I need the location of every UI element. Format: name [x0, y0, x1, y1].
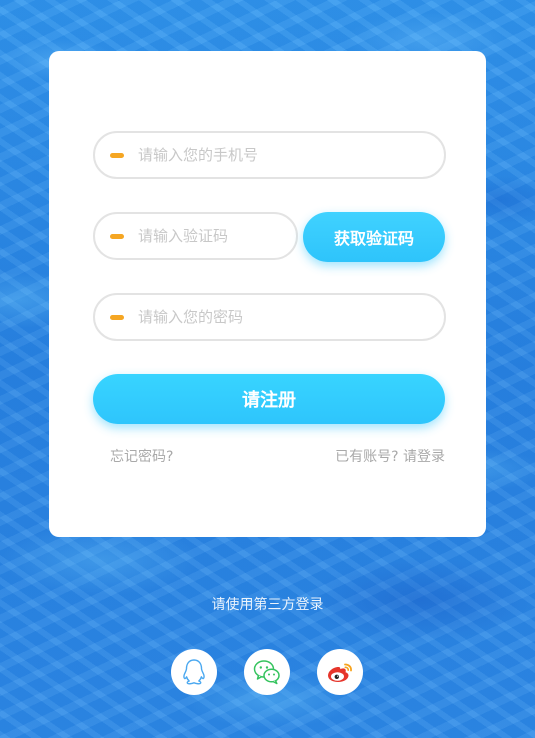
code-marker-icon	[110, 233, 124, 239]
weibo-icon	[328, 663, 352, 682]
phone-input[interactable]	[138, 146, 444, 164]
get-code-button[interactable]: 获取验证码	[303, 212, 445, 262]
qq-icon	[183, 659, 205, 685]
register-button[interactable]: 请注册	[93, 374, 445, 424]
forgot-password-link[interactable]: 忘记密码?	[110, 446, 173, 466]
code-field[interactable]	[93, 212, 298, 260]
qq-login-button[interactable]	[171, 649, 217, 695]
wechat-login-button[interactable]	[244, 649, 290, 695]
password-marker-icon	[110, 314, 124, 320]
login-prompt: 已有账号? 请登录	[335, 446, 445, 466]
code-input[interactable]	[138, 227, 296, 245]
have-account-text: 已有账号?	[335, 449, 399, 465]
phone-marker-icon	[110, 152, 124, 158]
weibo-login-button[interactable]	[317, 649, 363, 695]
register-card: 获取验证码 请注册 忘记密码? 已有账号? 请登录	[49, 51, 486, 537]
password-input[interactable]	[138, 308, 444, 326]
third-party-title: 请使用第三方登录	[211, 597, 324, 613]
wechat-icon	[253, 660, 280, 685]
phone-field[interactable]	[93, 131, 446, 179]
password-field[interactable]	[93, 293, 446, 341]
login-link[interactable]: 请登录	[403, 449, 445, 465]
